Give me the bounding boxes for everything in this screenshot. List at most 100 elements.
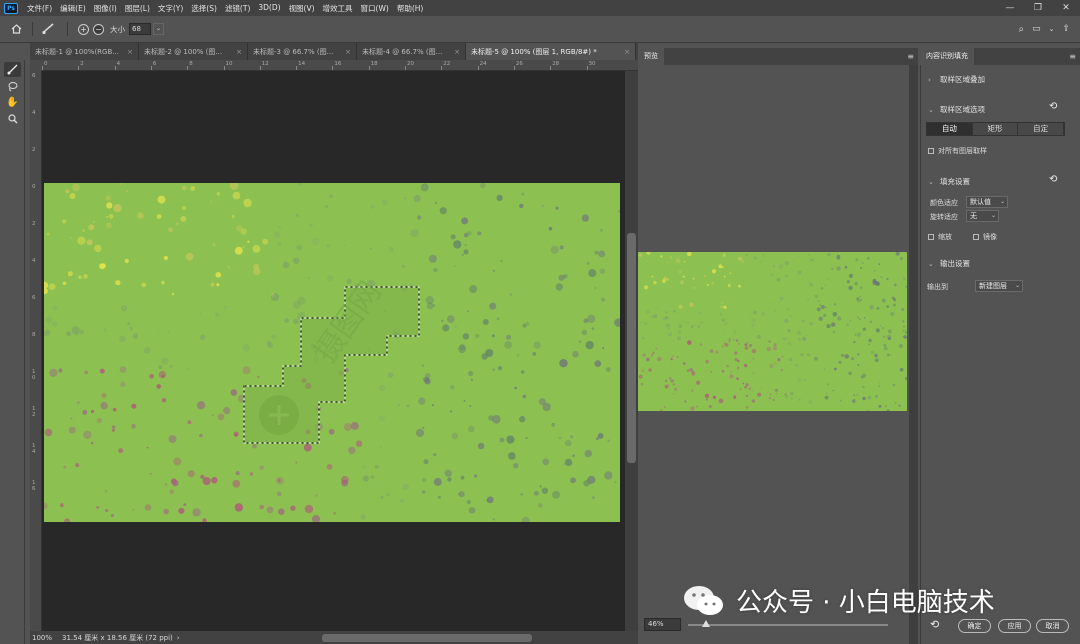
- bokeh-dot: [696, 380, 701, 385]
- menu-item[interactable]: 视图(V): [285, 3, 319, 14]
- bokeh-dot: [902, 329, 905, 332]
- apply-button[interactable]: 应用: [998, 619, 1031, 633]
- bokeh-dot: [665, 323, 670, 328]
- menu-item[interactable]: 滤镜(T): [221, 3, 254, 14]
- search-icon[interactable]: ⌕: [1018, 24, 1024, 35]
- menu-item[interactable]: 选择(S): [187, 3, 221, 14]
- close-tab-icon[interactable]: ×: [624, 48, 630, 56]
- ruler-tick-label: 6: [32, 73, 36, 79]
- segment-option[interactable]: 矩形: [972, 123, 1019, 135]
- preview-scrollbar[interactable]: [909, 65, 918, 644]
- menu-item[interactable]: 3D(D): [254, 3, 284, 14]
- scale-checkbox[interactable]: 缩放: [928, 232, 952, 242]
- bokeh-dot: [753, 256, 757, 260]
- reset-all-icon[interactable]: ⟲: [930, 618, 939, 631]
- home-icon[interactable]: [6, 24, 26, 34]
- bokeh-dot: [796, 330, 801, 335]
- document-tab[interactable]: 未标题-1 @ 100%(RGB... ×: [30, 43, 139, 60]
- output-settings-section[interactable]: ⌄ 输出设置: [928, 258, 970, 269]
- document-tab[interactable]: 未标题-3 @ 66.7% (图... ×: [248, 43, 357, 60]
- document-tab-label: 未标题-2 @ 100% (图...: [144, 47, 223, 56]
- bokeh-dot: [720, 313, 723, 316]
- bokeh-dot: [867, 395, 872, 400]
- bokeh-dot: [660, 255, 663, 258]
- minimize-icon[interactable]: —: [996, 0, 1024, 16]
- add-mode-icon[interactable]: +: [78, 23, 89, 35]
- rotation-adaptation-select[interactable]: 无 ⌄: [966, 210, 999, 222]
- bokeh-dot: [662, 279, 666, 283]
- canvas-area[interactable]: 摄图网: [42, 71, 625, 631]
- menu-item[interactable]: 图像(I): [90, 3, 121, 14]
- workspace-icon[interactable]: ▭: [1032, 24, 1041, 34]
- menu-item[interactable]: 图层(L): [121, 3, 154, 14]
- restore-icon[interactable]: ❐: [1024, 0, 1052, 16]
- canvas-vertical-scroll-thumb[interactable]: [627, 233, 636, 463]
- document-tab[interactable]: 未标题-4 @ 66.7% (图... ×: [357, 43, 466, 60]
- photoshop-logo-icon[interactable]: Ps: [4, 2, 18, 14]
- sample-overlay-section[interactable]: › 取样区域叠加: [928, 74, 985, 85]
- close-tab-icon[interactable]: ×: [345, 48, 351, 56]
- canvas-horizontal-scroll-thumb[interactable]: [322, 634, 532, 642]
- close-tab-icon[interactable]: ×: [127, 48, 133, 56]
- mirror-checkbox[interactable]: 镜像: [973, 232, 997, 242]
- output-to-select[interactable]: 新建图层 ⌄: [975, 280, 1023, 292]
- menu-item[interactable]: 编辑(E): [56, 3, 90, 14]
- panel-menu-icon[interactable]: ≡: [1069, 52, 1076, 61]
- bokeh-dot: [656, 356, 662, 362]
- segment-option[interactable]: 自定: [1018, 123, 1065, 135]
- bokeh-dot: [887, 329, 892, 334]
- share-icon[interactable]: ⇪: [1062, 24, 1070, 34]
- fill-settings-section[interactable]: ⌄ 填充设置: [928, 176, 970, 187]
- preview-zoom-input[interactable]: 46%: [644, 618, 681, 631]
- preview-panel-header: 预览 ≡: [638, 48, 918, 65]
- menu-item[interactable]: 文字(Y): [154, 3, 187, 14]
- cancel-button[interactable]: 取消: [1036, 619, 1069, 633]
- status-arrow-icon[interactable]: ›: [177, 634, 180, 642]
- status-zoom[interactable]: 100%: [32, 634, 52, 642]
- bokeh-dot: [860, 299, 863, 301]
- hand-tool-icon[interactable]: ✋: [4, 95, 21, 110]
- bokeh-dot: [644, 285, 649, 290]
- segment-option[interactable]: 自动: [927, 123, 973, 135]
- sample-options-section[interactable]: ⌄ 取样区域选项: [928, 104, 985, 115]
- chevron-down-icon[interactable]: ⌄: [1049, 25, 1055, 33]
- bokeh-dot: [874, 353, 878, 358]
- preview-zoom-slider-knob[interactable]: [702, 620, 710, 627]
- menu-item[interactable]: 窗口(W): [357, 3, 393, 14]
- panel-menu-icon[interactable]: ≡: [907, 52, 914, 61]
- ok-button[interactable]: 确定: [958, 619, 991, 633]
- bokeh-dot: [652, 351, 655, 354]
- document-canvas[interactable]: 摄图网: [44, 183, 620, 522]
- menu-item[interactable]: 帮助(H): [393, 3, 428, 14]
- size-input[interactable]: 68: [129, 23, 151, 35]
- bokeh-dot: [832, 389, 834, 392]
- fill-preview-image[interactable]: [638, 252, 907, 411]
- bokeh-dot: [833, 330, 835, 333]
- preview-tab[interactable]: 预览: [638, 48, 664, 65]
- sample-all-layers-checkbox[interactable]: 对所有图层取样: [928, 146, 987, 156]
- subtract-mode-icon[interactable]: −: [93, 23, 104, 35]
- lasso-tool-icon[interactable]: [4, 79, 21, 94]
- menu-item[interactable]: 文件(F): [23, 3, 56, 14]
- document-tab[interactable]: 未标题-2 @ 100% (图... ×: [139, 43, 248, 60]
- brush-preset-icon[interactable]: [39, 23, 57, 35]
- close-tab-icon[interactable]: ×: [454, 48, 460, 56]
- bokeh-dot: [809, 321, 814, 326]
- sampling-brush-tool-icon[interactable]: [4, 62, 21, 77]
- reset-fill-icon[interactable]: ⟲: [1049, 174, 1057, 185]
- zoom-tool-icon[interactable]: [4, 111, 21, 126]
- bokeh-dot: [687, 322, 690, 324]
- menu-item[interactable]: 增效工具: [319, 3, 357, 14]
- content-aware-fill-tab[interactable]: 内容识别填充: [920, 48, 974, 65]
- reset-sample-icon[interactable]: ⟲: [1049, 101, 1057, 112]
- document-tab[interactable]: 未标题-5 @ 100% (图层 1, RGB/8#) * ×: [466, 43, 636, 60]
- preview-zoom-slider[interactable]: [688, 624, 888, 626]
- ruler-tick: [187, 66, 189, 70]
- size-dropdown-icon[interactable]: ⌄: [153, 23, 164, 35]
- close-icon[interactable]: ✕: [1052, 0, 1080, 16]
- color-adaptation-select[interactable]: 默认值 ⌄: [966, 196, 1008, 208]
- bokeh-dot: [760, 387, 762, 389]
- chevron-down-icon: ⌄: [999, 198, 1005, 205]
- close-tab-icon[interactable]: ×: [236, 48, 242, 56]
- bokeh-dot: [736, 369, 738, 371]
